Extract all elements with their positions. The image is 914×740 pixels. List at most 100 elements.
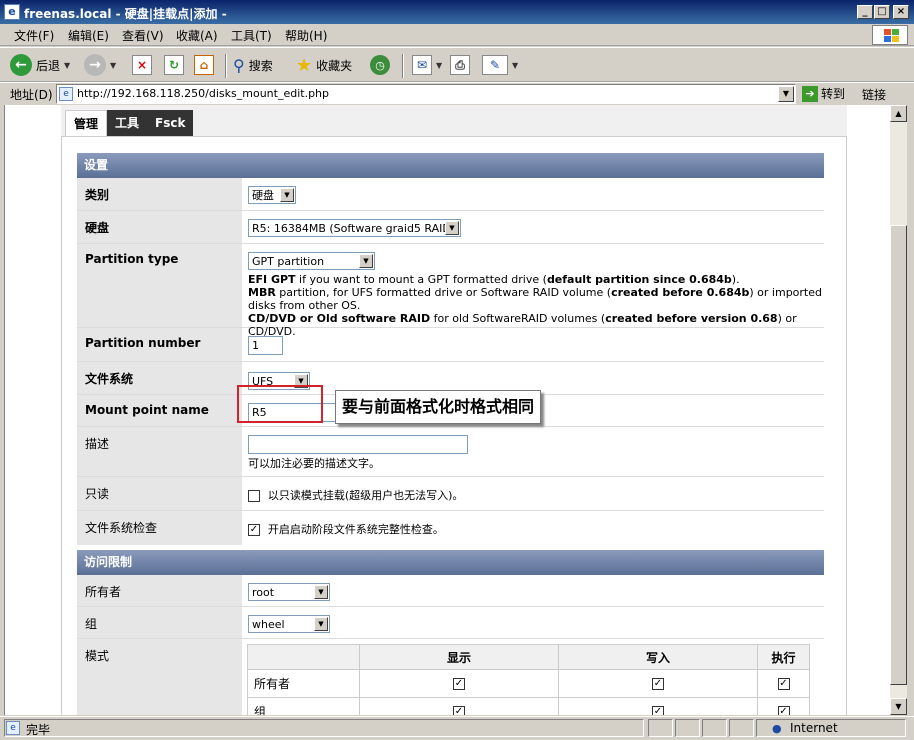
partition-type-row: Partition type GPT partition ▼ EFI GPT if… <box>77 244 824 338</box>
edit-button[interactable]: ✎ ▼ <box>482 52 518 78</box>
stop-button[interactable]: × <box>132 52 152 78</box>
close-button[interactable]: × <box>893 5 909 19</box>
row-label: 所有者 <box>247 669 360 698</box>
disk-row: 硬盘 R5: 16384MB (Software graid5 RAID 5) ▼ <box>77 211 824 244</box>
group-write-checkbox[interactable]: ✓ <box>652 706 664 715</box>
chevron-down-icon[interactable]: ▼ <box>778 86 794 102</box>
mode-label: 模式 <box>77 639 242 715</box>
minimize-button[interactable]: _ <box>857 5 873 19</box>
scroll-thumb[interactable] <box>890 225 907 685</box>
column-header-read: 显示 <box>359 644 559 670</box>
description-label: 描述 <box>77 427 242 476</box>
filesystem-label: 文件系统 <box>77 362 242 394</box>
fsck-label: 文件系统检查 <box>77 511 242 545</box>
ie-page-icon: e <box>4 4 20 20</box>
group-select[interactable]: wheel ▼ <box>248 615 330 633</box>
partition-number-label: Partition number <box>77 328 242 361</box>
annotation-callout: 要与前面格式化时格式相同 <box>335 390 542 424</box>
chevron-down-icon: ▼ <box>359 254 373 268</box>
menu-favorites[interactable]: 收藏(A) <box>176 27 218 44</box>
vertical-scrollbar[interactable]: ▲ ▼ <box>890 105 907 715</box>
back-button[interactable]: ← 后退 ▼ <box>10 52 70 78</box>
group-row: 组 wheel ▼ <box>77 607 824 639</box>
group-read-checkbox[interactable]: ✓ <box>453 706 465 715</box>
tab-tools[interactable]: 工具 <box>107 110 148 136</box>
chevron-down-icon: ▼ <box>436 60 443 70</box>
scroll-down-button[interactable]: ▼ <box>890 698 907 715</box>
partition-number-input[interactable]: 1 <box>248 336 283 355</box>
permission-table: 显示 写入 执行 所有者 ✓ ✓ ✓ 组 ✓ ✓ ✓ <box>247 644 810 715</box>
owner-read-checkbox[interactable]: ✓ <box>453 678 465 690</box>
owner-select[interactable]: root ▼ <box>248 583 330 601</box>
address-input[interactable]: e http://192.168.118.250/disks_mount_edi… <box>56 84 796 104</box>
group-exec-checkbox[interactable]: ✓ <box>777 706 790 715</box>
maximize-button[interactable]: □ <box>874 5 890 19</box>
description-input[interactable] <box>248 435 468 454</box>
globe-icon: ● <box>772 722 782 735</box>
history-button[interactable]: ◷ <box>370 52 390 78</box>
print-button[interactable]: ⎙ <box>450 52 470 78</box>
chevron-down-icon: ▼ <box>110 60 117 70</box>
menu-tools[interactable]: 工具(T) <box>231 27 272 44</box>
toolbar: ← 后退 ▼ → ▼ × ↻ ⌂ ⚲ 搜索 ★ 收藏夹 ◷ ✉ ▼ ⎙ ✎ ▼ <box>0 47 914 82</box>
access-section-header: 访问限制 <box>77 550 824 575</box>
refresh-button[interactable]: ↻ <box>164 52 184 78</box>
table-header-row: 显示 写入 执行 <box>247 644 810 670</box>
chevron-down-icon: ▼ <box>280 188 294 202</box>
menu-help[interactable]: 帮助(H) <box>285 27 327 44</box>
fsck-checkbox[interactable]: ✓ <box>248 523 260 536</box>
back-arrow-icon: ← <box>10 54 32 76</box>
tab-content: 设置 类别 硬盘 ▼ 硬盘 R5: 16384MB (Software graid… <box>61 136 847 715</box>
edit-page-icon: ✎ <box>482 55 508 75</box>
owner-label: 所有者 <box>77 575 242 606</box>
window-title: freenas.local - 硬盘|挂载点|添加 - <box>24 7 227 21</box>
home-button[interactable]: ⌂ <box>194 52 214 78</box>
go-button[interactable]: ➔ 转到 <box>802 85 845 102</box>
tab-fsck[interactable]: Fsck <box>147 110 194 136</box>
readonly-text: 以只读模式挂载(超级用户也无法写入)。 <box>267 489 464 502</box>
fsck-row: 文件系统检查 ✓ 开启启动阶段文件系统完整性检查。 <box>77 511 824 545</box>
column-header-write: 写入 <box>558 644 758 670</box>
settings-section-header: 设置 <box>77 153 824 178</box>
readonly-row: 只读 以只读模式挂载(超级用户也无法写入)。 <box>77 477 824 511</box>
chevron-down-icon: ▼ <box>314 585 328 599</box>
table-row: 组 ✓ ✓ ✓ <box>247 697 810 715</box>
description-row: 描述 可以加注必要的描述文字。 <box>77 427 824 477</box>
links-button[interactable]: 链接 <box>862 86 886 103</box>
fsck-text: 开启启动阶段文件系统完整性检查。 <box>267 523 444 536</box>
windows-logo-icon <box>872 25 908 45</box>
address-url: http://192.168.118.250/disks_mount_edit.… <box>77 87 330 100</box>
zone-text: Internet <box>790 721 838 735</box>
favorites-button[interactable]: ★ 收藏夹 <box>296 52 352 78</box>
readonly-label: 只读 <box>77 477 242 510</box>
menu-edit[interactable]: 编辑(E) <box>68 27 109 44</box>
chevron-down-icon: ▼ <box>64 60 71 70</box>
forward-button[interactable]: → ▼ <box>84 52 116 78</box>
owner-write-checkbox[interactable]: ✓ <box>652 678 664 690</box>
mail-button[interactable]: ✉ ▼ <box>412 52 442 78</box>
page-viewport: 管理 工具 Fsck 设置 类别 硬盘 ▼ 硬盘 R5: 16384MB (Sof… <box>4 105 890 715</box>
owner-exec-checkbox[interactable]: ✓ <box>777 678 790 690</box>
disk-label: 硬盘 <box>77 211 242 243</box>
tab-manage[interactable]: 管理 <box>65 110 108 136</box>
type-row: 类别 硬盘 ▼ <box>77 178 824 211</box>
partition-number-row: Partition number 1 <box>77 328 824 362</box>
partition-type-select[interactable]: GPT partition ▼ <box>248 252 375 270</box>
column-header-exec: 执行 <box>757 644 810 670</box>
menu-view[interactable]: 查看(V) <box>122 27 164 44</box>
menu-file[interactable]: 文件(F) <box>14 27 54 44</box>
home-icon: ⌂ <box>194 55 214 75</box>
scroll-up-button[interactable]: ▲ <box>890 105 907 122</box>
tab-bar: 管理 工具 Fsck <box>65 110 194 136</box>
search-button[interactable]: ⚲ 搜索 <box>233 52 273 78</box>
readonly-checkbox[interactable] <box>248 489 260 502</box>
disk-select[interactable]: R5: 16384MB (Software graid5 RAID 5) ▼ <box>248 219 461 237</box>
window-titlebar[interactable]: e freenas.local - 硬盘|挂载点|添加 - _ □ × <box>0 0 914 24</box>
partition-type-label: Partition type <box>77 244 242 327</box>
chevron-down-icon: ▼ <box>314 617 328 631</box>
type-select[interactable]: 硬盘 ▼ <box>248 186 296 204</box>
address-bar: 地址(D) e http://192.168.118.250/disks_mou… <box>0 82 914 104</box>
description-help: 可以加注必要的描述文字。 <box>248 457 380 470</box>
mode-row: 模式 显示 写入 执行 所有者 ✓ ✓ ✓ 组 ✓ ✓ ✓ <box>77 639 824 715</box>
search-icon: ⚲ <box>233 55 245 75</box>
